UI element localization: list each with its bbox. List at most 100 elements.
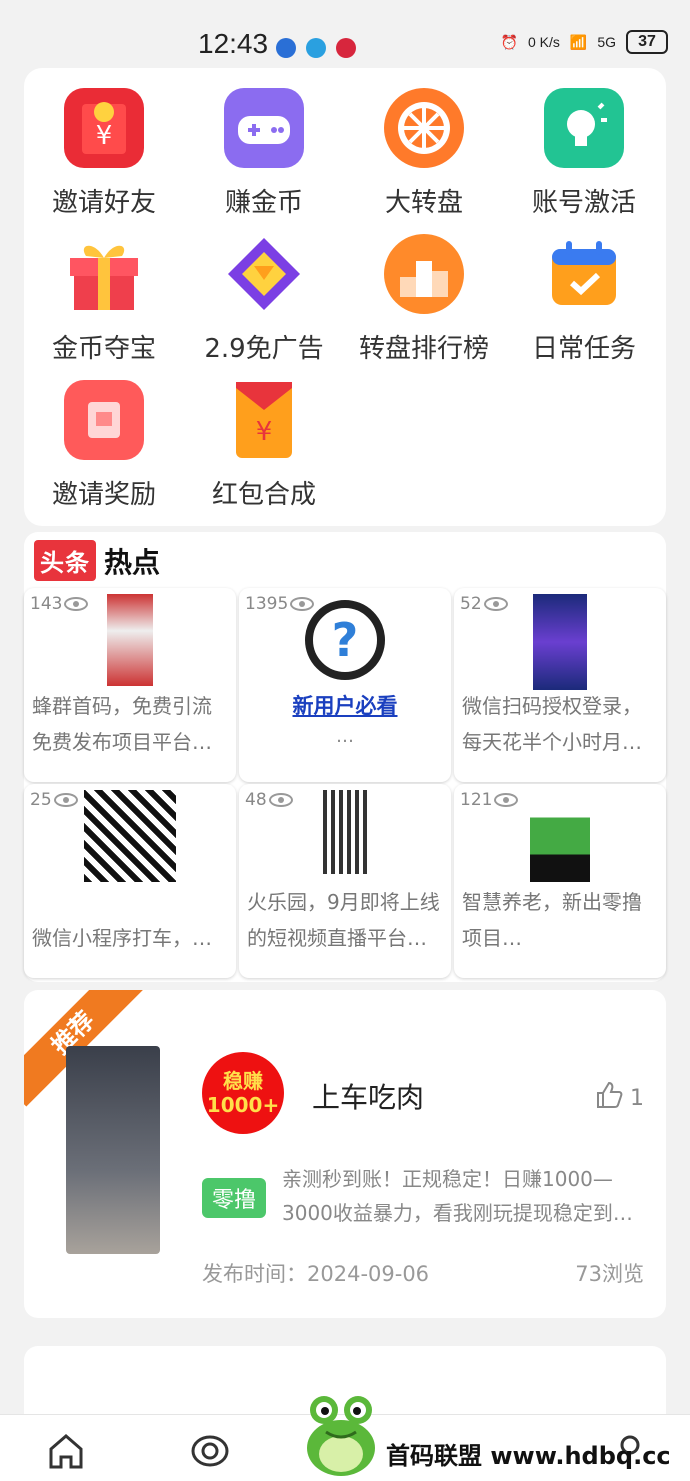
grid-label: 转盘排行榜	[358, 334, 489, 364]
wifi-icon: 📶	[569, 33, 588, 50]
eye-icon	[290, 597, 315, 611]
view-count: 121	[460, 790, 519, 810]
grid-label: 邀请奖励	[51, 480, 156, 510]
view-count: 48	[245, 790, 293, 810]
tile-thumbnail	[323, 790, 367, 874]
view-count: 73浏览	[575, 1262, 644, 1286]
view-count-value: 48	[245, 790, 267, 810]
hot-tile[interactable]: 1395 ? 新用户必看 …	[239, 588, 451, 782]
hot-header: 头条 热点	[34, 540, 160, 581]
thumbs-up-icon	[594, 1080, 624, 1116]
view-count-value: 1395	[245, 594, 289, 614]
tile-thumbnail	[530, 790, 590, 882]
toutiao-logo: 头条	[34, 540, 96, 581]
eye-icon	[53, 793, 78, 807]
like-button[interactable]: 1	[594, 1080, 644, 1116]
tile-text: 微信扫码授权登录，每天花半个小时月…	[462, 694, 642, 754]
category-tag: 零撸	[202, 1178, 267, 1218]
hot-title: 热点	[104, 545, 161, 579]
status-time: 12:43	[198, 28, 269, 59]
tile-text: 火乐园，9月即将上线的短视频直播平台…	[247, 890, 440, 950]
grid-item-wheel-ranking[interactable]: 转盘排行榜	[344, 234, 504, 365]
grid-item-invite-friends[interactable]: ¥ 邀请好友	[24, 88, 184, 219]
wheel-icon	[384, 88, 464, 168]
like-count: 1	[630, 1085, 644, 1111]
grid-item-no-ads[interactable]: 2.9免广告	[184, 234, 344, 365]
hot-tile[interactable]: 25 微信小程序打车，…	[24, 784, 236, 978]
avatar-text: 1000+	[206, 1093, 280, 1117]
grid-item-invite-reward[interactable]: 邀请奖励	[24, 380, 184, 511]
tile-text: 智慧养老，新出零撸项目…	[462, 890, 642, 950]
recommend-description: 亲测秒到账！正规稳定！日赚1000—3000收益暴力，看我刚玩提现稳定到…	[282, 1167, 633, 1225]
view-count: 143	[30, 594, 89, 614]
avatar-text: 稳赚	[223, 1069, 263, 1093]
lightbulb-icon	[544, 88, 624, 168]
eye-icon[interactable]	[190, 1431, 230, 1471]
grid-label: 邀请好友	[51, 188, 156, 218]
net-speed: 0 K/s	[527, 34, 560, 50]
gamepad-icon	[224, 88, 304, 168]
tile-thumbnail	[107, 594, 153, 686]
eye-icon	[483, 597, 508, 611]
view-count-value: 121	[460, 790, 493, 810]
recommend-card[interactable]: 推荐 稳赚 1000+ 上车吃肉 1 零撸 亲测秒到账！正规稳定！日赚1000—…	[24, 990, 666, 1318]
home-icon[interactable]	[46, 1431, 86, 1471]
network-type: 5G	[597, 34, 616, 50]
hot-section: 头条 热点 143 蜂群首码，免费引流免费发布项目平台… 1395 ? 新用户必…	[24, 532, 666, 982]
battery-indicator: 37	[626, 30, 668, 54]
tile-text: 蜂群首码，免费引流免费发布项目平台…	[32, 694, 212, 754]
qr-code-image	[84, 790, 176, 882]
reward-icon	[64, 380, 144, 460]
view-count: 1395	[245, 594, 315, 614]
watermark: 首码联盟 www.hdbq.cc	[386, 1442, 671, 1470]
grid-item-account-activation[interactable]: 账号激活	[504, 88, 664, 219]
hot-tile[interactable]: 52 微信扫码授权登录，每天花半个小时月…	[454, 588, 666, 782]
eye-icon	[494, 793, 519, 807]
recommend-title: 上车吃肉	[312, 1081, 425, 1114]
red-envelope-icon: ¥	[64, 88, 144, 168]
hot-tile[interactable]: 121 智慧养老，新出零撸项目…	[454, 784, 666, 978]
tile-text: 微信小程序打车，…	[32, 926, 212, 950]
grid-item-earn-coins[interactable]: 赚金币	[184, 88, 344, 219]
view-count: 52	[460, 594, 508, 614]
grid-item-wheel[interactable]: 大转盘	[344, 88, 504, 219]
grid-label: 赚金币	[224, 188, 303, 218]
recommend-thumbnail	[66, 1046, 160, 1254]
grid-item-daily-tasks[interactable]: 日常任务	[504, 234, 664, 365]
calendar-check-icon	[544, 234, 624, 314]
avatar: 稳赚 1000+	[202, 1052, 284, 1134]
podium-icon	[384, 234, 464, 314]
grid-label: 金币夺宝	[51, 334, 156, 364]
frog-mascot-icon	[298, 1388, 384, 1478]
grid-label: 2.9免广告	[204, 334, 324, 364]
view-count-value: 52	[460, 594, 482, 614]
diamond-icon	[224, 234, 304, 314]
eye-icon	[64, 597, 89, 611]
question-icon: ?	[305, 600, 385, 680]
hot-tile[interactable]: 48 火乐园，9月即将上线的短视频直播平台…	[239, 784, 451, 978]
view-count: 25	[30, 790, 78, 810]
publish-date: 发布时间：2024-09-06	[202, 1262, 430, 1286]
grid-label: 红包合成	[211, 480, 316, 510]
tile-subtext: …	[336, 726, 354, 747]
grid-label: 日常任务	[531, 334, 636, 364]
svg-text:¥: ¥	[96, 121, 113, 151]
grid-label: 账号激活	[531, 188, 636, 218]
notification-icon	[306, 38, 326, 58]
view-count-value: 25	[30, 790, 52, 810]
red-packet-icon: ¥	[224, 380, 304, 460]
alarm-icon: ⏰	[500, 33, 518, 50]
grid-item-red-packet-merge[interactable]: ¥ 红包合成	[184, 380, 344, 511]
notification-icon	[276, 38, 296, 58]
status-bar: 12:43 ⏰ 0 K/s 📶 5G 37	[0, 0, 690, 64]
eye-icon	[268, 793, 293, 807]
function-grid: ¥ 邀请好友 赚金币 大转盘 账号激活 金币夺宝 2.9免广告 转盘排行榜 日常…	[24, 68, 666, 526]
tile-thumbnail	[533, 594, 587, 690]
status-indicators: ⏰ 0 K/s 📶 5G 37	[501, 30, 668, 54]
notification-icon	[336, 38, 356, 58]
tile-link[interactable]: 新用户必看	[239, 690, 451, 720]
hot-tile[interactable]: 143 蜂群首码，免费引流免费发布项目平台…	[24, 588, 236, 782]
grid-label: 大转盘	[384, 188, 463, 218]
svg-text:¥: ¥	[256, 417, 273, 447]
grid-item-coin-treasure[interactable]: 金币夺宝	[24, 234, 184, 365]
